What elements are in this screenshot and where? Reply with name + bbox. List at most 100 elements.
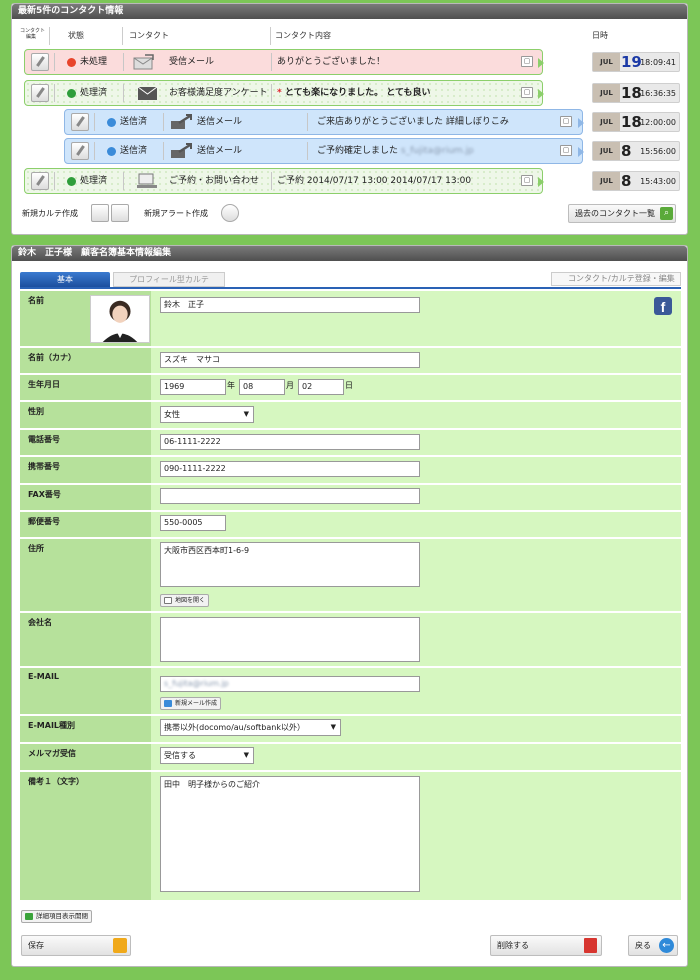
chevron-down-icon: ▼ (243, 751, 249, 759)
label-kana: 名前（カナ） (20, 348, 151, 373)
date-time: 15:56:00 (640, 147, 676, 156)
arrow-left-icon: ← (659, 938, 674, 953)
edit-pencil-icon[interactable] (71, 142, 89, 160)
birth-day-input[interactable]: 02 (298, 379, 344, 395)
send-mail-icon (171, 143, 192, 158)
note-textarea[interactable]: 田中 明子様からのご紹介 (160, 776, 420, 892)
contact-content: * とても楽になりました。 とても良い (277, 88, 431, 98)
birth-year-input[interactable]: 1969 (160, 379, 226, 395)
email-value: s_fujita@rium.jp (164, 679, 229, 688)
date-month: JUL (593, 53, 620, 71)
map-icon (164, 597, 172, 604)
contact-date: JUL 19 18:09:41 (592, 52, 680, 72)
edit-pencil-icon[interactable] (31, 53, 49, 71)
date-month: JUL (593, 172, 620, 190)
kana-input[interactable]: スズキ マサコ (160, 352, 420, 368)
magazine-select[interactable]: 受信する ▼ (160, 747, 254, 764)
chevron-down-icon: ▼ (330, 723, 336, 731)
tab-contact-register[interactable]: コンタクト/カルテ登録・編集 (551, 272, 681, 286)
delete-button[interactable]: 削除する (490, 935, 602, 956)
contact-row[interactable]: 未処理 受信メール ありがとうございました！ ▢ (24, 49, 544, 75)
label-email: E-MAIL (20, 668, 151, 714)
label-birth: 生年月日 (20, 375, 151, 400)
back-button[interactable]: 戻る ← (628, 935, 678, 956)
search-icon: ⌕ (660, 207, 673, 220)
tab-profile-karte[interactable]: プロフィール型カルテ (113, 272, 225, 287)
mobile-input[interactable]: 090-1111-2222 (160, 461, 420, 477)
customer-edit-panel: 鈴木 正子様 顧客名簿基本情報編集 基本 プロフィール型カルテ コンタクト/カル… (11, 245, 688, 967)
send-mail-icon (171, 114, 192, 129)
contact-type: 送信メール (197, 146, 243, 156)
facebook-icon[interactable]: f (654, 297, 672, 315)
contact-type: お客様満足度アンケート (169, 88, 268, 98)
contact-row[interactable]: 処理済 お客様満足度アンケート * とても楽になりました。 とても良い ▢ (24, 80, 544, 106)
contact-row[interactable]: 送信済 送信メール ご来店ありがとうございました 詳細しぼりこみ ▢ (64, 109, 584, 135)
label-gender: 性別 (20, 402, 151, 428)
gender-select[interactable]: 女性 ▼ (160, 406, 254, 423)
blurred-email: s_fujita@rium.jp (400, 146, 474, 156)
detail-view-icon[interactable]: ▢ (521, 87, 533, 98)
email-type-select[interactable]: 携帯以外(docomo/au/softbank以外） ▼ (160, 719, 341, 736)
birth-month-input[interactable]: 08 (239, 379, 285, 395)
header-date: 日時 (592, 31, 608, 40)
fax-input[interactable] (160, 488, 420, 504)
tab-basic[interactable]: 基本 (20, 272, 110, 287)
new-alert-link[interactable]: 新規アラート作成 (144, 208, 208, 219)
contact-content-text: ご予約確定しました (317, 146, 399, 156)
form-tabs: 基本 プロフィール型カルテ コンタクト/カルテ登録・編集 (20, 272, 681, 289)
date-month: JUL (593, 142, 620, 160)
email-input[interactable]: s_fujita@rium.jp (160, 676, 420, 692)
new-karte-link[interactable]: 新規カルテ作成 (22, 208, 78, 219)
company-textarea[interactable] (160, 617, 420, 662)
date-time: 16:36:35 (640, 89, 676, 98)
phone-input[interactable]: 06-1111-2222 (160, 434, 420, 450)
label-email-type: E-MAIL種別 (20, 716, 151, 742)
contact-row[interactable]: 処理済 ご予約・お問い合わせ ご予約 2014/07/17 13:00 2014… (24, 168, 544, 194)
name-input[interactable]: 鈴木 正子 (160, 297, 420, 313)
open-map-button[interactable]: 地図を開く (160, 594, 210, 607)
save-button[interactable]: 保存 (21, 935, 131, 956)
edit-pencil-icon[interactable] (71, 113, 89, 131)
past-contacts-label: 過去のコンタクト一覧 (575, 209, 655, 218)
new-mail-button[interactable]: 新規メール作成 (160, 697, 222, 710)
contacts-panel: 最新5件のコンタクト情報 コンタクト 編集 状態 コンタクト コンタクト内容 日… (11, 3, 688, 235)
detail-view-icon[interactable]: ▢ (560, 145, 572, 156)
alert-clock-icon[interactable] (221, 204, 239, 222)
contact-status: 送信済 (120, 146, 148, 156)
date-day: 18 (621, 113, 642, 131)
arrow-down-icon (25, 913, 33, 920)
header-content: コンタクト内容 (275, 31, 331, 40)
contact-row[interactable]: 送信済 送信メール ご予約確定しました s_fujita@rium.jp ▢ (64, 138, 584, 164)
lock-icon (113, 938, 127, 953)
date-time: 18:09:41 (640, 58, 676, 67)
new-karte-edit-icon[interactable] (111, 204, 129, 222)
back-label: 戻る (635, 941, 651, 950)
open-map-label: 地図を開く (175, 597, 206, 604)
past-contacts-button[interactable]: 過去のコンタクト一覧 ⌕ (568, 204, 676, 223)
zip-input[interactable]: 550-0005 (160, 515, 226, 531)
address-textarea[interactable]: 大阪市西区西本町1-6-9 (160, 542, 420, 587)
mail-icon (164, 700, 172, 707)
status-done-icon (67, 89, 76, 98)
edit-pencil-icon[interactable] (31, 172, 49, 190)
contact-content: ご来店ありがとうございました 詳細しぼりこみ (317, 117, 509, 127)
unit-year: 年 (227, 381, 235, 390)
header-edit: コンタクト 編集 (20, 28, 46, 40)
contact-type: ご予約・お問い合わせ (169, 176, 260, 186)
label-zip: 郵便番号 (20, 512, 151, 537)
date-day: 8 (621, 172, 632, 190)
detail-view-icon[interactable]: ▢ (560, 116, 572, 127)
detail-view-icon[interactable]: ▢ (521, 175, 533, 186)
date-day: 19 (621, 53, 642, 71)
label-address: 住所 (20, 539, 151, 611)
detail-view-icon[interactable]: ▢ (521, 56, 533, 67)
header-contact: コンタクト (129, 31, 169, 40)
delete-label: 削除する (497, 941, 529, 950)
edit-pencil-icon[interactable] (31, 84, 49, 102)
status-pending-icon (67, 58, 76, 67)
details-toggle-button[interactable]: 詳細項目表示開閉 (21, 910, 92, 923)
new-karte-user-icon[interactable] (91, 204, 109, 222)
label-company: 会社名 (20, 613, 151, 666)
date-day: 8 (621, 142, 632, 160)
contact-status: 処理済 (80, 176, 108, 186)
